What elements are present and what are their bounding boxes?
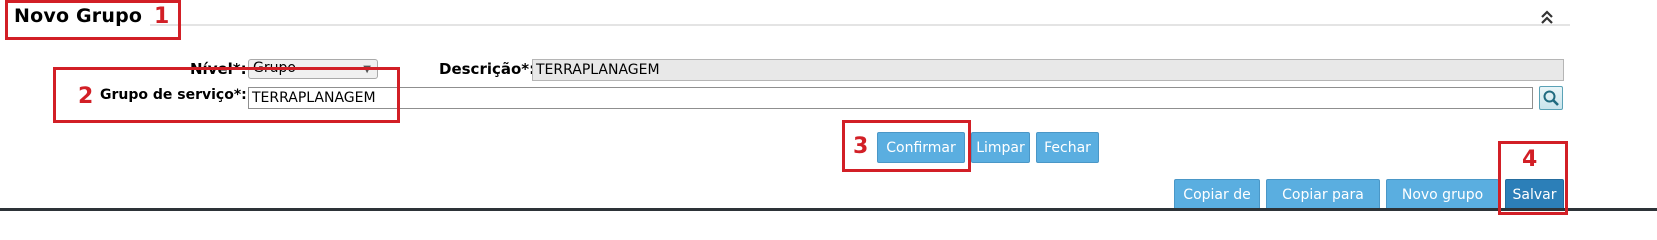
annotation-number-2: 2 [78, 84, 94, 109]
novo-grupo-button[interactable]: Novo grupo [1386, 179, 1499, 211]
fechar-button[interactable]: Fechar [1036, 132, 1099, 163]
search-button[interactable] [1539, 86, 1563, 110]
annotation-box-2 [53, 67, 400, 123]
descricao-label: Descrição*: [439, 60, 536, 78]
limpar-button[interactable]: Limpar [971, 132, 1030, 163]
double-chevron-up-icon[interactable] [1538, 8, 1556, 26]
annotation-number-1: 1 [154, 4, 170, 29]
header-divider [150, 24, 1570, 26]
copiar-de-button[interactable]: Copiar de [1174, 179, 1260, 211]
annotation-number-3: 3 [853, 134, 869, 159]
annotation-number-4: 4 [1522, 147, 1538, 172]
grupo-servico-field[interactable]: TERRAPLANAGEM [248, 87, 1533, 109]
bottom-bar [0, 208, 1657, 211]
magnifier-icon [1543, 90, 1559, 106]
descricao-field[interactable]: TERRAPLANAGEM [532, 59, 1564, 81]
copiar-para-button[interactable]: Copiar para [1266, 179, 1380, 211]
